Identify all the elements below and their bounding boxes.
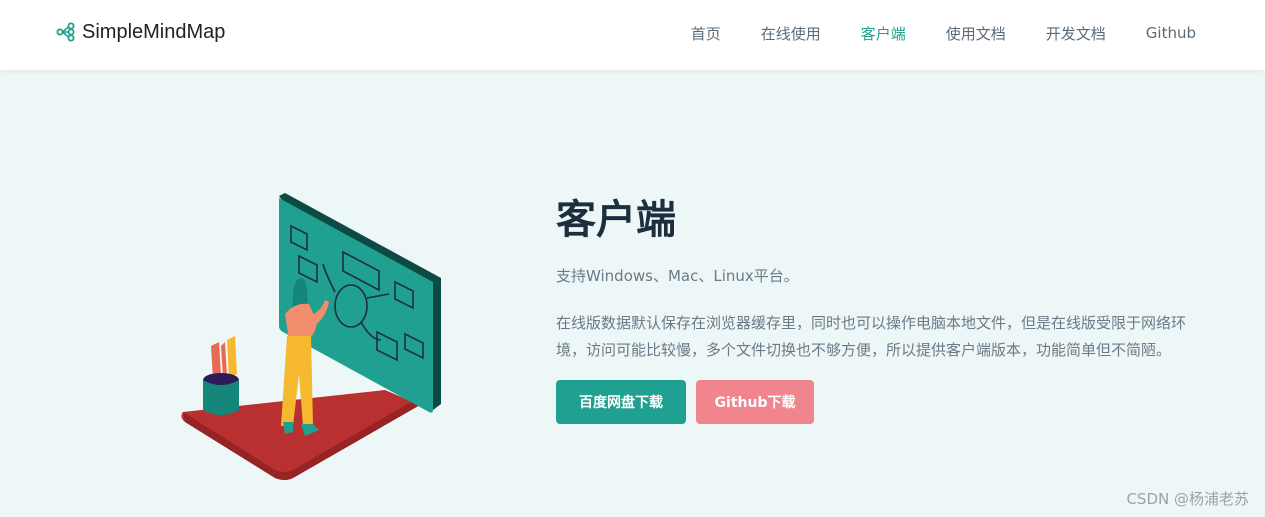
- main-nav: 首页 在线使用 客户端 使用文档 开发文档 Github: [691, 22, 1265, 44]
- download-buttons: 百度网盘下载 Github下载: [556, 380, 1206, 424]
- top-navbar: SimpleMindMap 首页 在线使用 客户端 使用文档 开发文档 Gith…: [0, 0, 1265, 70]
- baidu-download-button[interactable]: 百度网盘下载: [556, 380, 686, 424]
- brand-name: SimpleMindMap: [82, 20, 226, 43]
- page-title: 客户端: [556, 197, 676, 243]
- github-download-button[interactable]: Github下载: [696, 380, 814, 424]
- client-description: 在线版数据默认保存在浏览器缓存里，同时也可以操作电脑本地文件，但是在线版受限于网…: [556, 314, 1187, 359]
- nav-github[interactable]: Github: [1146, 24, 1196, 42]
- platform-support-text: 支持Windows、Mac、Linux平台。: [556, 267, 799, 285]
- nav-dev-docs[interactable]: 开发文档: [1046, 23, 1106, 44]
- brand-logo[interactable]: SimpleMindMap: [56, 20, 225, 44]
- nav-client[interactable]: 客户端: [861, 23, 906, 44]
- csdn-watermark: CSDN @杨浦老苏: [1126, 490, 1249, 508]
- nav-online[interactable]: 在线使用: [761, 23, 821, 44]
- nav-usage-docs[interactable]: 使用文档: [946, 23, 1006, 44]
- whiteboard-illustration: [181, 193, 441, 480]
- nav-home[interactable]: 首页: [691, 23, 721, 44]
- client-section: 客户端 支持Windows、Mac、Linux平台。 在线版数据默认保存在浏览器…: [556, 192, 1206, 424]
- mindmap-logo-icon: [56, 22, 75, 42]
